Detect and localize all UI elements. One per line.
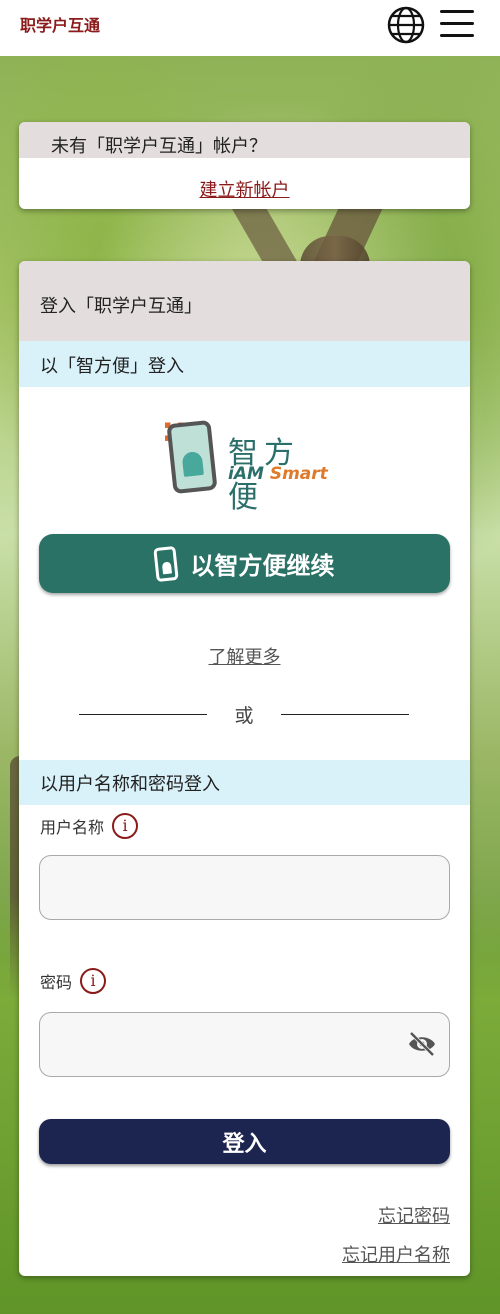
password-label-text: 密码 [40,973,73,992]
username-label-text: 用户名称 [40,818,105,837]
phone-icon [166,419,218,495]
or-divider: 或 [79,701,409,729]
password-input[interactable] [39,1012,450,1077]
iam-smart-logo: ▪ ▪▪ 智方便 iAM Smart [164,418,329,515]
signup-question: 未有「职学户互通」帐户？ [19,122,470,158]
info-icon[interactable]: i [112,813,139,839]
iam-smart-section-header: 以「智方便」登入 [19,341,470,387]
iam-smart-continue-button[interactable]: 以智方便继续 [39,534,450,593]
forgot-username-link[interactable]: 忘记用户名称 [342,1241,450,1267]
login-button[interactable]: 登入 [39,1119,450,1164]
learn-more-link[interactable]: 了解更多 [19,643,470,669]
divider-line [281,714,409,715]
info-icon[interactable]: i [80,968,107,994]
iam-logo-en-part: iAM [228,464,270,484]
signup-card: 未有「职学户互通」帐户？ 建立新帐户 [19,122,470,209]
login-card-title: 登入「职学户互通」 [19,261,470,341]
iam-smart-icon [152,545,179,582]
username-input[interactable] [39,855,450,920]
globe-icon[interactable] [386,5,426,45]
username-label: 用户名称 i [40,813,139,839]
hamburger-menu-icon[interactable] [440,10,474,38]
password-label: 密码 i [40,968,107,994]
top-bar: 职学户互通 [0,0,500,56]
create-account-link[interactable]: 建立新帐户 [19,158,470,202]
login-card: 登入「职学户互通」 以「智方便」登入 ▪ ▪▪ 智方便 iAM Smart 以智… [19,261,470,1276]
brand-title[interactable]: 职学户互通 [20,12,100,36]
iam-logo-en-smart: Smart [269,464,328,484]
iam-button-label: 以智方便继续 [190,552,335,580]
password-login-section-header: 以用户名称和密码登入 [19,760,470,805]
forgot-password-link[interactable]: 忘记密码 [378,1202,450,1228]
eye-off-icon[interactable] [407,1031,437,1057]
iam-logo-english: iAM Smart [228,464,328,484]
